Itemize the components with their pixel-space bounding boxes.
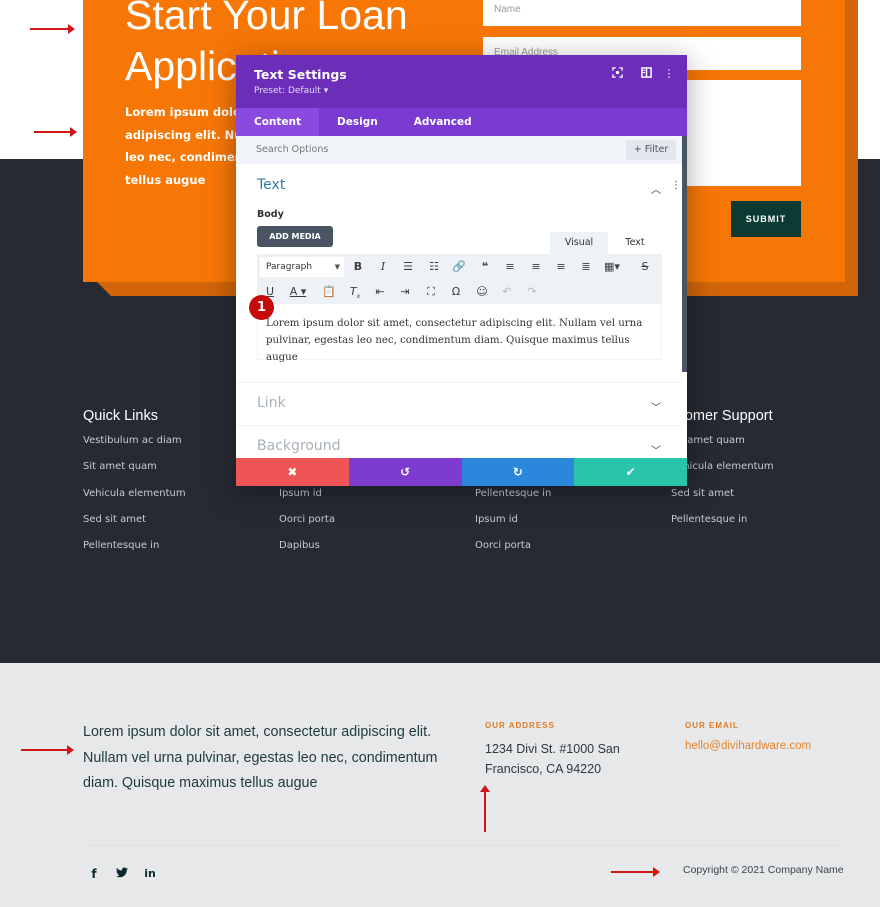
- annotation-arrow-right: [34, 127, 77, 137]
- bullet-list-icon[interactable]: ☰: [400, 259, 416, 275]
- filter-button[interactable]: + Filter: [626, 140, 676, 160]
- caret-down-icon: ▼: [334, 263, 340, 271]
- align-justify-icon[interactable]: ≣: [578, 259, 594, 275]
- modal-title: Text Settings: [254, 67, 347, 82]
- section-divider: [236, 382, 682, 383]
- footer-link[interactable]: Vestibulum ac diam: [83, 432, 186, 458]
- section-link-title[interactable]: Link: [257, 395, 286, 411]
- cancel-button[interactable]: ✖: [236, 458, 349, 486]
- body-label: Body: [257, 209, 284, 220]
- redo-icon[interactable]: ↷: [524, 284, 540, 300]
- section-background-title[interactable]: Background: [257, 438, 341, 454]
- footer-link[interactable]: Sed sit amet: [83, 511, 186, 537]
- twitter-icon[interactable]: [115, 866, 129, 882]
- copyright-text: Copyright © 2021 Company Name: [683, 864, 844, 876]
- undo-button[interactable]: ↺: [348, 458, 462, 486]
- modal-header[interactable]: Text Settings Preset: Default ▾ ⋮: [236, 55, 687, 108]
- special-character-icon[interactable]: Ω: [448, 284, 464, 300]
- outdent-icon[interactable]: ⇤: [372, 284, 388, 300]
- tab-advanced[interactable]: Advanced: [396, 108, 490, 136]
- chevron-up-icon[interactable]: ︿: [649, 181, 663, 196]
- footer-link[interactable]: Oorci porta: [475, 537, 551, 563]
- table-icon[interactable]: ▦▾: [600, 259, 624, 275]
- address-label: OUR ADDRESS: [485, 721, 555, 730]
- section-divider: [236, 425, 682, 426]
- footer-link[interactable]: Pellentesque in: [655, 511, 774, 537]
- clear-formatting-icon[interactable]: Tx: [347, 284, 363, 300]
- emoji-icon[interactable]: ☺: [474, 284, 490, 300]
- focus-icon[interactable]: [610, 67, 624, 81]
- email-label: OUR EMAIL: [685, 721, 739, 730]
- undo-icon[interactable]: ↶: [499, 284, 515, 300]
- footer-about-text: Lorem ipsum dolor sit amet, consectetur …: [83, 724, 438, 791]
- paste-icon[interactable]: 📋: [321, 284, 337, 300]
- footer-column-title: Quick Links: [83, 408, 158, 424]
- modal-tabs: Content Design Advanced: [236, 108, 687, 136]
- format-select[interactable]: Paragraph ▼: [260, 257, 344, 277]
- facebook-icon[interactable]: f: [87, 866, 101, 882]
- chevron-down-icon[interactable]: ﹀: [649, 399, 663, 414]
- align-center-icon[interactable]: ≡: [528, 259, 544, 275]
- preset-dropdown[interactable]: Preset: Default ▾: [254, 86, 328, 96]
- submit-button[interactable]: SUBMIT: [731, 201, 801, 237]
- footer-column-quick-links: Quick Links Vestibulum ac diam Sit amet …: [83, 406, 186, 563]
- footer-link[interactable]: Pellentesque in: [83, 537, 186, 563]
- footer-link[interactable]: Dapibus: [279, 537, 335, 563]
- more-options-icon[interactable]: ⋮: [662, 67, 676, 81]
- footer-link[interactable]: Sed sit amet: [655, 485, 774, 511]
- annotation-arrow-up: [480, 785, 490, 832]
- editor-tab-visual[interactable]: Visual: [550, 232, 608, 254]
- search-options-input[interactable]: [256, 144, 556, 155]
- footer-link[interactable]: Ipsum id: [475, 511, 551, 537]
- italic-icon[interactable]: I: [375, 259, 391, 275]
- split-view-icon[interactable]: [639, 67, 653, 81]
- section-text-title[interactable]: Text: [257, 177, 285, 193]
- editor-tab-text[interactable]: Text: [608, 232, 662, 254]
- footer-link[interactable]: Oorci porta: [279, 511, 335, 537]
- footer-link[interactable]: Pellentesque in: [475, 485, 551, 511]
- bold-icon[interactable]: B: [350, 259, 366, 275]
- align-right-icon[interactable]: ≡: [553, 259, 569, 275]
- link-icon[interactable]: 🔗: [451, 259, 467, 275]
- redo-button[interactable]: ↻: [461, 458, 575, 486]
- numbered-list-icon[interactable]: ☷: [426, 259, 442, 275]
- linkedin-icon[interactable]: in: [143, 866, 157, 882]
- footer-link[interactable]: Vehicula elementum: [83, 485, 186, 511]
- footer-link[interactable]: Ipsum id: [279, 485, 335, 511]
- page: Start Your Loan Application Lorem ipsum …: [0, 0, 880, 907]
- annotation-arrow-right: [611, 867, 660, 877]
- annotation-arrow-right: [21, 745, 74, 755]
- blockquote-icon[interactable]: ❝: [477, 259, 493, 275]
- annotation-arrow-right: [30, 24, 75, 34]
- tab-design[interactable]: Design: [319, 108, 396, 136]
- name-field[interactable]: Name: [483, 0, 801, 26]
- strikethrough-icon[interactable]: S: [637, 259, 653, 275]
- modal-action-bar: ✖ ↺ ↻ ✔: [236, 458, 687, 486]
- tab-content[interactable]: Content: [236, 108, 320, 136]
- editor-content-area[interactable]: Lorem ipsum dolor sit amet, consectetur …: [257, 304, 662, 363]
- footer-divider: [83, 845, 845, 846]
- footer-link[interactable]: Sit amet quam: [83, 458, 186, 484]
- chevron-down-icon[interactable]: ﹀: [649, 442, 663, 457]
- fullscreen-icon[interactable]: ⛶: [423, 284, 439, 300]
- add-media-button[interactable]: ADD MEDIA: [257, 226, 333, 247]
- align-left-icon[interactable]: ≡: [502, 259, 518, 275]
- editor-content-text: Lorem ipsum dolor sit amet, consectetur …: [266, 318, 643, 363]
- editor-toolbar: Paragraph ▼ B I ☰ ☷ 🔗 ❝ ≡ ≡ ≡ ≣ ▦▾ S U A …: [257, 254, 662, 304]
- modal-scrollbar[interactable]: [682, 136, 687, 372]
- text-settings-modal: Text Settings Preset: Default ▾ ⋮ Conten…: [236, 55, 687, 486]
- format-select-value: Paragraph: [266, 262, 313, 272]
- email-link[interactable]: hello@divihardware.com: [685, 740, 811, 752]
- search-row: + Filter: [236, 136, 682, 164]
- save-button[interactable]: ✔: [574, 458, 687, 486]
- section-options-icon[interactable]: ⋮: [671, 180, 681, 192]
- text-color-icon[interactable]: A ▾: [286, 284, 310, 300]
- indent-icon[interactable]: ⇥: [397, 284, 413, 300]
- step-badge: 1: [249, 295, 274, 320]
- address-text: 1234 Divi St. #1000 San Francisco, CA 94…: [485, 742, 620, 776]
